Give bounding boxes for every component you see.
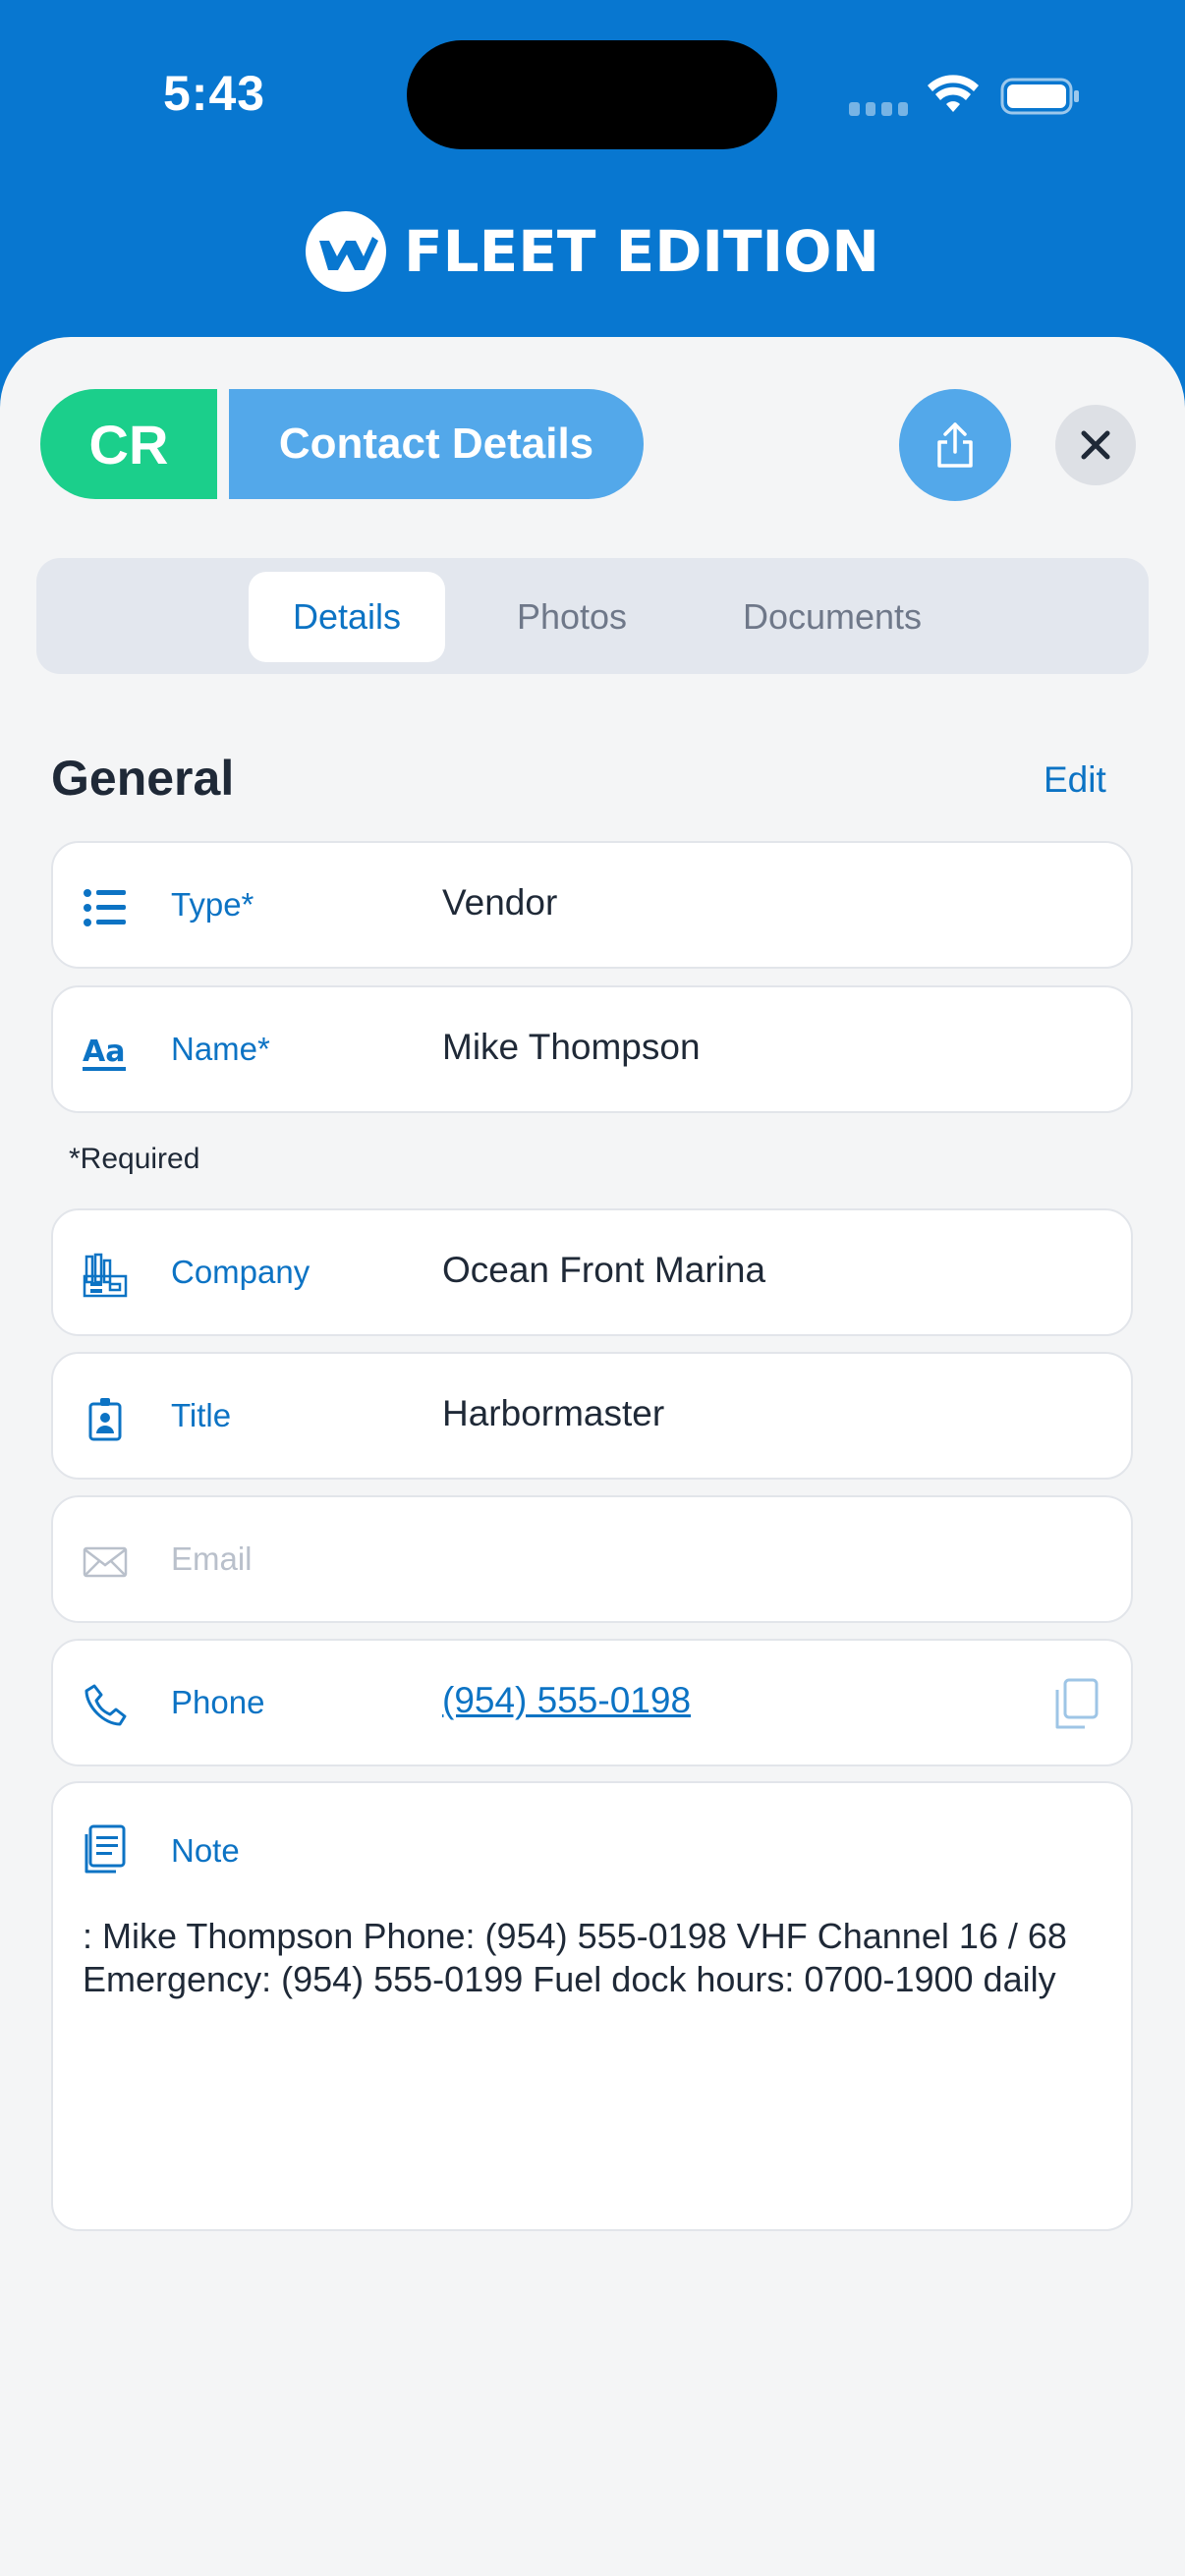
contact-sheet: CR Contact Details Details Photos Docume… [0, 337, 1185, 2576]
brand-header: FLEET EDITION [0, 206, 1185, 297]
field-email[interactable]: Email [51, 1495, 1133, 1623]
page-title: Contact Details [229, 389, 644, 499]
note-text: : Mike Thompson Phone: (954) 555-0198 VH… [83, 1916, 1067, 1999]
section-title-general: General [51, 751, 235, 806]
fleet-logo-icon [306, 211, 387, 292]
tab-documents[interactable]: Documents [685, 572, 980, 662]
share-button[interactable] [899, 389, 1011, 501]
field-note[interactable]: Note : Mike Thompson Phone: (954) 555-01… [51, 1781, 1133, 2231]
field-name[interactable]: Aa Name* Mike Thompson [51, 985, 1133, 1113]
building-icon [83, 1253, 128, 1298]
field-label: Title [171, 1397, 232, 1433]
close-icon [1081, 430, 1110, 460]
phone-link[interactable]: (954) 555-0198 [442, 1680, 691, 1721]
edit-button[interactable]: Edit [1044, 759, 1106, 801]
contact-type-badge: CR [40, 389, 217, 499]
segmented-tabs: Details Photos Documents [36, 558, 1149, 674]
note-icon [85, 1824, 126, 1874]
field-title[interactable]: Title Harbormaster [51, 1352, 1133, 1480]
id-badge-icon [88, 1398, 122, 1441]
field-phone[interactable]: Phone (954) 555-0198 [51, 1639, 1133, 1766]
tab-details[interactable]: Details [249, 572, 445, 662]
battery-icon [1000, 78, 1079, 115]
close-button[interactable] [1055, 405, 1136, 485]
dynamic-island [407, 40, 777, 149]
svg-text:Aa: Aa [83, 1035, 125, 1069]
copy-icon[interactable] [1051, 1678, 1100, 1731]
field-company[interactable]: Company Ocean Front Marina [51, 1208, 1133, 1336]
cellular-signal-icon [849, 102, 908, 116]
field-label: Email [171, 1540, 253, 1577]
wifi-icon [928, 75, 979, 112]
text-format-icon: Aa [83, 1035, 126, 1071]
envelope-icon [83, 1546, 128, 1578]
field-label: Name* [171, 1031, 270, 1067]
phone-icon [85, 1684, 127, 1726]
field-type[interactable]: Type* Vendor [51, 841, 1133, 969]
field-label: Company [171, 1254, 310, 1290]
field-label: Type* [171, 886, 254, 923]
status-time: 5:43 [163, 66, 266, 121]
field-value: Mike Thompson [442, 1027, 701, 1067]
share-icon [937, 422, 973, 468]
brand-title: FLEET EDITION [404, 218, 879, 285]
field-value: Vendor [442, 882, 558, 923]
field-value: Harbormaster [442, 1393, 665, 1433]
field-label: Note [171, 1832, 240, 1869]
list-icon [84, 889, 126, 926]
field-label: Phone [171, 1684, 265, 1720]
tab-photos[interactable]: Photos [469, 572, 675, 662]
required-note: *Required [69, 1143, 200, 1175]
field-value: Ocean Front Marina [442, 1250, 766, 1290]
